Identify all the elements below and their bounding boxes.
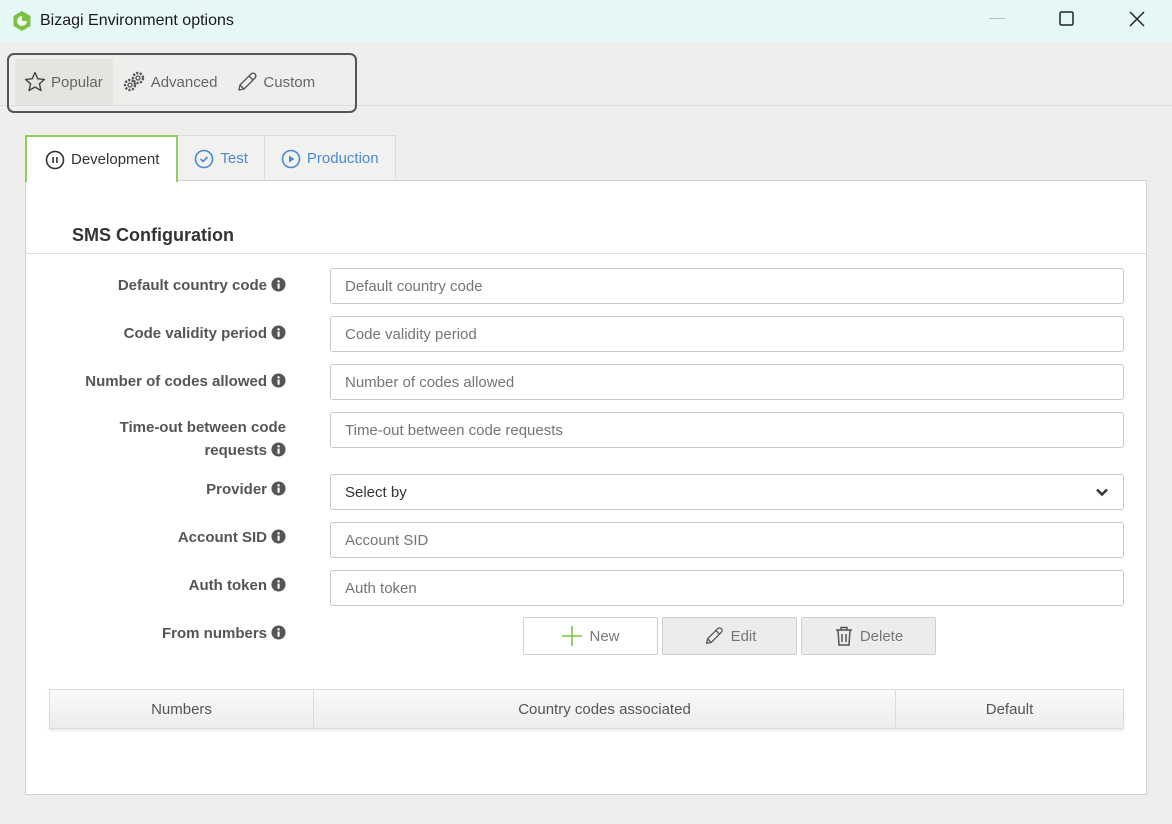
from-numbers-grid-header: Numbers Country codes associated Default — [49, 689, 1124, 729]
info-icon[interactable] — [271, 325, 286, 340]
grid-column-header[interactable]: Numbers — [50, 690, 314, 728]
close-icon — [1129, 11, 1145, 27]
info-icon[interactable] — [271, 442, 286, 457]
environment-tabs: Development Test Production — [25, 135, 396, 182]
field-label: Number of codes allowed — [46, 370, 286, 393]
tab-label: Development — [71, 151, 160, 168]
info-icon[interactable] — [271, 577, 286, 592]
tab-development[interactable]: Development — [25, 135, 179, 182]
sms-configuration-panel: SMS Configuration Default country code C… — [25, 180, 1147, 795]
toolbar-item-label: Popular — [51, 73, 103, 91]
tab-label: Test — [220, 150, 248, 167]
info-icon[interactable] — [271, 373, 286, 388]
delete-button[interactable]: Delete — [801, 617, 936, 655]
maximize-icon — [1059, 11, 1074, 26]
main-toolbar: Popular Advanced Custom — [7, 53, 357, 113]
auth-token-input[interactable] — [330, 570, 1124, 606]
pencil-icon — [705, 627, 723, 644]
close-button[interactable] — [1102, 0, 1172, 38]
window-title: Bizagi Environment options — [40, 12, 234, 29]
time-out-between-code-requests-input[interactable] — [330, 412, 1124, 448]
field-label-text: Auth token — [188, 577, 267, 594]
field-label-text: Code validity period — [123, 325, 267, 342]
field-label: Provider — [46, 478, 286, 501]
pause-circle-icon — [45, 150, 65, 169]
plus-icon — [562, 626, 583, 646]
maximize-button[interactable] — [1032, 0, 1102, 38]
edit-button[interactable]: Edit — [662, 617, 797, 655]
account-sid-input[interactable] — [330, 522, 1124, 558]
minimize-button[interactable] — [962, 0, 1032, 38]
new-button-label: New — [589, 627, 620, 645]
minimize-icon — [989, 18, 1005, 19]
chevron-down-icon — [1096, 488, 1108, 497]
title-bar: Bizagi Environment options — [0, 0, 1172, 42]
field-label: Code validity period — [46, 322, 286, 345]
bizagi-logo-icon — [12, 11, 32, 31]
section-title: SMS Configuration — [72, 225, 234, 245]
toolbar-item-label: Advanced — [150, 73, 218, 91]
default-country-code-input[interactable] — [330, 268, 1124, 304]
field-label: From numbers — [46, 622, 286, 645]
edit-button-label: Edit — [730, 627, 757, 645]
trash-icon — [835, 626, 852, 646]
field-label-text: Number of codes allowed — [85, 373, 267, 390]
tab-production[interactable]: Production — [263, 135, 396, 181]
new-button[interactable]: New — [523, 617, 658, 655]
section-divider — [26, 253, 1146, 254]
tab-test[interactable]: Test — [177, 135, 265, 181]
info-icon[interactable] — [271, 625, 286, 640]
star-icon — [24, 71, 46, 92]
toolbar-item-advanced[interactable]: Advanced — [113, 59, 228, 105]
gears-icon — [123, 71, 144, 92]
field-label: Auth token — [46, 574, 286, 597]
check-circle-icon — [195, 149, 214, 168]
provider-selected-value: Select by — [345, 483, 407, 501]
play-circle-icon — [281, 149, 301, 168]
toolbar-item-custom[interactable]: Custom — [227, 59, 325, 105]
toolbar-item-popular[interactable]: Popular — [15, 59, 113, 105]
pencil-icon — [238, 72, 257, 91]
code-validity-period-input[interactable] — [330, 316, 1124, 352]
delete-button-label: Delete — [859, 627, 904, 645]
number-of-codes-allowed-input[interactable] — [330, 364, 1124, 400]
grid-column-header[interactable]: Country codes associated — [314, 690, 896, 728]
info-icon[interactable] — [271, 481, 286, 496]
field-label-text: Provider — [206, 481, 267, 498]
tab-label: Production — [306, 150, 379, 167]
info-icon[interactable] — [271, 529, 286, 544]
field-label-text: requests — [204, 442, 267, 459]
grid-column-header[interactable]: Default — [896, 690, 1123, 728]
field-label-text: Account SID — [177, 529, 267, 546]
field-label: Default country code — [46, 274, 286, 297]
field-label-text: Default country code — [117, 277, 267, 294]
field-label-text: From numbers — [161, 625, 267, 642]
toolbar-item-label: Custom — [263, 73, 316, 91]
field-label-text: Time-out between code — [119, 419, 286, 436]
field-label: Account SID — [46, 526, 286, 549]
provider-select[interactable]: Select by — [330, 474, 1124, 510]
info-icon[interactable] — [271, 277, 286, 292]
from-numbers-actions: New Edit Delete — [523, 617, 936, 655]
field-label: Time-out between code requests — [46, 416, 286, 462]
